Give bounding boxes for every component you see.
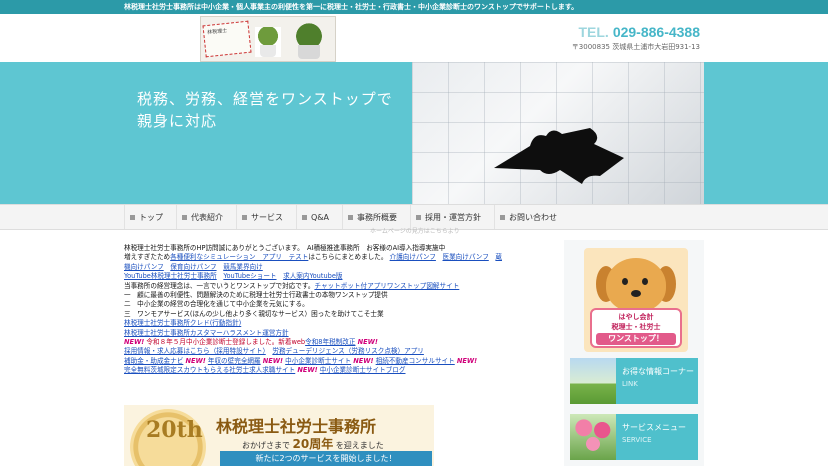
nav-item-top[interactable]: トップ: [124, 205, 176, 229]
pamphlet-link[interactable]: 機向けパンフ: [124, 263, 164, 271]
subsidy-link[interactable]: 補助金・助成金ナビ: [124, 357, 183, 365]
sidebar: はやし会計 税理士・社労士 ワンストップ！ お得な情報コーナー LINK サービ…: [564, 240, 704, 466]
square-bullet-icon: [302, 214, 307, 220]
grass-image: [570, 358, 616, 404]
square-bullet-icon: [130, 214, 135, 220]
tax-reform-link[interactable]: 令和8年税制改正: [305, 338, 355, 346]
credo-link[interactable]: 林税理士社労士事務所クレド(行動指針): [124, 319, 241, 327]
square-bullet-icon: [182, 214, 187, 220]
tulip-image: [570, 414, 616, 460]
simulation-line: 増えすぎたため各種便利なシミュレーション アプリ テストはこちらにまとめました。…: [124, 253, 502, 262]
plant-pot-image: [289, 21, 329, 59]
registration-line: NEW! 令和８年５月中小企業診断士登録しました。新着web令和8年税制改正 N…: [124, 338, 378, 347]
youtube-channel-link[interactable]: YouTube林税理士社労士事務所: [124, 272, 217, 280]
plant-pot-image: [255, 27, 281, 57]
consultant-site-link[interactable]: 中小企業診断士サイト: [285, 357, 351, 365]
new-badge: NEW!: [357, 338, 378, 347]
anniversary-banner[interactable]: 20th 林税理士社労士事務所 おかげさまで 20周年 を迎えました 新たに2つ…: [124, 405, 434, 466]
consultant-blog-link[interactable]: 中小企業診断士サイトブログ: [320, 366, 406, 374]
square-bullet-icon: [348, 214, 354, 220]
faded-hint-text: ホームページの見方はこちらより: [370, 228, 460, 235]
links-line: 補助金・助成金ナビ NEW! 年収の壁完全網羅 NEW! 中小企業診断士サイト …: [124, 357, 554, 366]
missing-puzzle-piece-icon: [494, 128, 624, 184]
chatbot-link[interactable]: チャットボット付アプリワンストップ図解サイト: [314, 282, 459, 290]
banner-ribbon: 新たに2つのサービスを開始しました！: [220, 451, 432, 466]
pamphlet-line: 機向けパンフ 保育向けパンフ 競馬業界向け: [124, 263, 554, 272]
philosophy-item-1: 一 顧に最善の利便性、問題解決のために税理士社労士行政書士の本物ワンストップ提供: [124, 291, 388, 300]
youtube-shorts-link[interactable]: YouTubeショート: [223, 272, 276, 280]
new-badge: NEW!: [456, 356, 478, 365]
philosophy-line: 当事務所の経営理念は、一言でいうとワンストップで対応です。チャットボット付アプリ…: [124, 281, 460, 290]
labor-dd-link[interactable]: 労務デューデリジェンス（労務リスク点検）アプリ: [272, 347, 424, 355]
intro-text: 林税理士社労士事務所のHP訪問誠にありがとうございます。 AI積極推進事務所 お…: [124, 244, 446, 252]
scout-link[interactable]: 完全無料茨城限定スカウトもらえる社労士求人求職サイト: [124, 366, 295, 374]
new-badge: NEW!: [353, 356, 374, 365]
harassment-policy-link[interactable]: 林税理士社労士事務所カスタマーハラスメント運営方針: [124, 329, 289, 337]
puzzle-image: [412, 62, 704, 204]
new-badge: NEW!: [124, 338, 145, 347]
banner-subtitle: おかげさまで 20周年 を迎えました: [242, 437, 384, 451]
care-pamphlet-link[interactable]: 介護向けパンフ: [390, 253, 436, 261]
mascot-dog-banner[interactable]: はやし会計 税理士・社労士 ワンストップ！: [584, 248, 688, 352]
recruit-line: 採用情報・求人応募はこちら（採用特設サイト） 労務デューデリジェンス（労務リスク…: [124, 347, 554, 356]
site-header: 林税理士 TEL. 029-886-4388 〒3000835 茨城県土浦市大岩田…: [0, 14, 828, 62]
income-wall-link[interactable]: 年収の壁完全網羅: [208, 357, 261, 365]
nav-item-qa[interactable]: Q&A: [296, 205, 342, 229]
new-badge: NEW!: [185, 356, 206, 365]
banner-title: 林税理士社労士事務所: [216, 417, 377, 436]
new-badge: NEW!: [297, 366, 318, 375]
youtube-recruit-link[interactable]: 求人案内Youtube版: [283, 272, 342, 280]
pamphlet-link-cut[interactable]: 蔵: [495, 253, 502, 261]
hero-banner: 税務、労務、経営をワンストップで 親身に対応: [0, 62, 828, 204]
20th-anniversary-badge: 20th: [130, 409, 206, 466]
recruit-link[interactable]: 採用情報・求人応募はこちら（採用特設サイト）: [124, 347, 266, 355]
site-logo[interactable]: 林税理士: [200, 16, 336, 62]
simulation-link[interactable]: 各種便利なシミュレーション アプリ テスト: [170, 253, 308, 261]
info-corner-card[interactable]: お得な情報コーナー LINK: [570, 358, 698, 404]
service-menu-card[interactable]: サービスメニュー SERVICE: [570, 414, 698, 460]
inheritance-consult-link[interactable]: 相続不動産コンサルサイト: [376, 357, 455, 365]
address: 〒3000835 茨城県土浦市大岩田931-13: [571, 43, 700, 51]
square-bullet-icon: [416, 214, 422, 220]
square-bullet-icon: [242, 214, 247, 220]
scout-line: 完全無料茨城限定スカウトもらえる社労士求人求職サイト NEW! 中小企業診断士サ…: [124, 366, 554, 375]
hero-tagline: 税務、労務、経営をワンストップで 親身に対応: [137, 90, 393, 130]
nav-item-services[interactable]: サービス: [236, 205, 296, 229]
youtube-line: YouTube林税理士社労士事務所 YouTubeショート 求人案内Youtub…: [124, 272, 554, 281]
nav-item-representative[interactable]: 代表紹介: [176, 205, 236, 229]
medical-pamphlet-link[interactable]: 医業向けパンフ: [443, 253, 489, 261]
philosophy-item-2: 二 中小企業の経営の合理化を通じて中小企業を元気にする。: [124, 300, 309, 309]
phone-number[interactable]: TEL. 029-886-4388: [578, 24, 700, 40]
dog-icon: [606, 258, 666, 312]
envelope-image: 林税理士: [202, 20, 252, 58]
nursery-pamphlet-link[interactable]: 保育向けパンフ: [170, 263, 216, 271]
top-announcement-bar: 林税理士社労士事務所は中小企業・個人事業主の利便性を第一に税理士・社労士・行政書…: [0, 0, 828, 14]
philosophy-item-3: 三 ワンモアサービス(ほんの少し他より多く親切なサービス）困ったを助けてこそ士業: [124, 309, 384, 318]
horse-racing-link[interactable]: 競馬業界向け: [223, 263, 263, 271]
new-badge: NEW!: [262, 356, 284, 365]
mascot-sign: はやし会計 税理士・社労士 ワンストップ！: [590, 308, 682, 348]
nav-item-contact[interactable]: お問い合わせ: [494, 205, 570, 229]
square-bullet-icon: [500, 214, 506, 220]
